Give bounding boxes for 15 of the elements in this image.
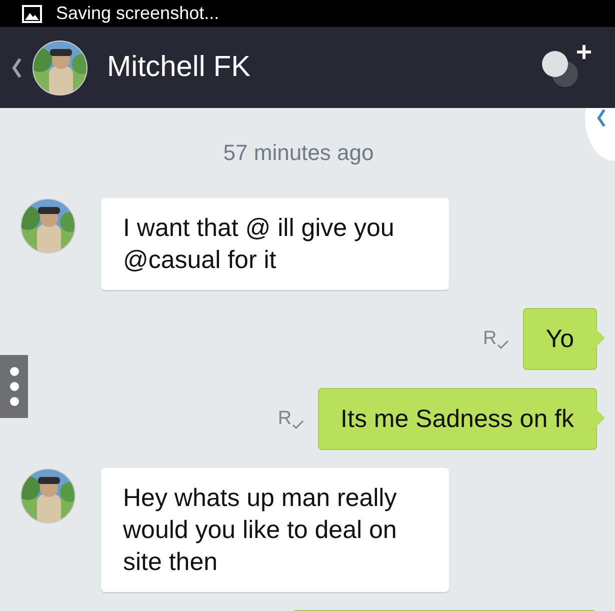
bubble-tail [596,409,605,427]
image-icon [22,4,42,22]
message-timestamp: 57 minutes ago [222,140,375,166]
check-icon [496,340,509,350]
menu-handle[interactable] [0,355,28,418]
check-icon [292,420,304,430]
notification-text: Saving screenshot... [56,3,220,24]
message-bubble: Hey whats up man really would you like to deal on site then [101,468,449,592]
message-bubble: I want that @ ill give you @casual for it [101,198,449,290]
chevron-icon[interactable] [597,109,606,127]
contact-name: Mitchell FK [107,51,252,84]
bubble-tail [596,329,605,347]
back-icon[interactable] [12,58,22,78]
read-receipt: R [278,408,292,430]
read-receipt: R [482,328,497,350]
